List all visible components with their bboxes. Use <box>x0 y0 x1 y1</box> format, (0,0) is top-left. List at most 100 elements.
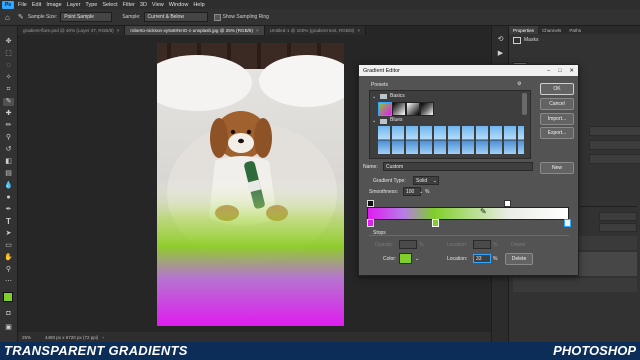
maximize-icon[interactable]: □ <box>558 68 561 74</box>
eyedropper-tool-icon[interactable]: ✎ <box>18 13 24 21</box>
menu-help[interactable]: Help <box>193 2 204 8</box>
home-icon[interactable]: ⌂ <box>5 13 10 22</box>
close-icon[interactable]: × <box>357 28 360 33</box>
preset-swatch[interactable] <box>406 102 420 116</box>
sample-select[interactable]: Current & Below <box>143 12 208 22</box>
close-icon[interactable]: × <box>256 28 259 33</box>
chevron-down-icon[interactable]: ⌄ <box>415 256 419 262</box>
eyedropper-tool-icon[interactable]: ✎ <box>3 98 14 106</box>
minimize-icon[interactable]: – <box>547 68 550 74</box>
opacity-percent: % <box>419 242 424 248</box>
dialog-titlebar[interactable]: Gradient Editor – □ ✕ <box>359 65 578 76</box>
presets-list[interactable]: ⌄ Basics ⌄ Blues <box>369 90 531 159</box>
invert-button[interactable] <box>589 154 640 164</box>
preset-group-basics[interactable]: Basics <box>390 93 405 99</box>
new-label: New <box>551 165 562 171</box>
brush-tool-icon[interactable]: ✏ <box>3 122 14 130</box>
status-arrow-icon[interactable]: › <box>102 335 104 340</box>
move-tool-icon[interactable]: ✥ <box>3 38 14 46</box>
menu-type[interactable]: Type <box>85 2 97 8</box>
document-canvas[interactable] <box>157 43 344 326</box>
import-button[interactable]: Import... <box>540 113 574 125</box>
location-field[interactable]: 33 <box>473 254 491 263</box>
new-button[interactable]: New <box>540 162 574 174</box>
pen-tool-icon[interactable]: ✒ <box>3 206 14 214</box>
actions-panel-icon[interactable]: ▶ <box>495 50 506 58</box>
blur-tool-icon[interactable]: 💧 <box>3 182 14 190</box>
preset-group-blues[interactable]: Blues <box>390 117 403 123</box>
menu-image[interactable]: Image <box>46 2 61 8</box>
screen-mode-icon[interactable]: ▣ <box>3 324 14 332</box>
path-selection-tool-icon[interactable]: ➤ <box>3 230 14 238</box>
delete-stop-button[interactable]: Delete <box>505 253 533 265</box>
menu-layer[interactable]: Layer <box>67 2 81 8</box>
hand-tool-icon[interactable]: ✋ <box>3 254 14 262</box>
more-tools-icon[interactable]: ⋯ <box>3 278 14 286</box>
show-sampling-ring-checkbox[interactable] <box>213 13 221 21</box>
name-field[interactable]: Custom <box>383 162 533 171</box>
chevron-down-icon[interactable]: ⌄ <box>372 94 376 100</box>
marquee-tool-icon[interactable]: ⬚ <box>3 50 14 58</box>
menu-window[interactable]: Window <box>169 2 189 8</box>
eraser-tool-icon[interactable]: ◧ <box>3 158 14 166</box>
menu-3d[interactable]: 3D <box>140 2 147 8</box>
select-and-mask-button[interactable] <box>589 126 640 136</box>
menu-edit[interactable]: Edit <box>32 2 41 8</box>
gradient-preview-bar[interactable] <box>367 207 569 220</box>
rectangle-tool-icon[interactable]: ▭ <box>3 242 14 250</box>
layer-row[interactable] <box>513 278 637 292</box>
healing-brush-tool-icon[interactable]: ✚ <box>3 110 14 118</box>
foreground-color-swatch[interactable] <box>3 292 13 302</box>
masks-label: Masks <box>524 37 539 43</box>
dodge-tool-icon[interactable]: ● <box>3 194 14 202</box>
opacity-stop-left[interactable] <box>367 200 374 207</box>
tab-gradient-flare[interactable]: gradient-flare.psd @ 40% (Layer 47, RGB/… <box>18 26 126 35</box>
tab-paths[interactable]: Paths <box>565 26 585 34</box>
sample-size-select[interactable]: Point Sample <box>60 12 113 22</box>
menu-view[interactable]: View <box>152 2 164 8</box>
gradient-type-select[interactable]: Solid ⌄ <box>413 176 439 185</box>
presets-gear-icon[interactable]: ⚙ <box>517 81 521 87</box>
color-stop-magenta[interactable] <box>367 219 374 227</box>
sample-size-label: Sample Size: <box>27 14 58 20</box>
close-icon[interactable]: × <box>117 28 120 33</box>
preset-swatch[interactable] <box>392 102 406 116</box>
chevron-down-icon[interactable]: ⌄ <box>372 118 376 124</box>
ok-button[interactable]: OK <box>540 83 574 95</box>
clone-stamp-tool-icon[interactable]: ⚲ <box>3 134 14 142</box>
chevron-down-icon[interactable]: ⌄ <box>419 189 423 195</box>
tools-panel: ✥ ⬚ ◌ ✧ ⌗ ✎ ✚ ✏ ⚲ ↺ ◧ ▤ 💧 ● ✒ T ➤ ▭ ✋ ⚲ … <box>0 26 18 342</box>
magic-wand-tool-icon[interactable]: ✧ <box>3 74 14 82</box>
color-range-button[interactable] <box>589 140 640 150</box>
preset-swatch[interactable] <box>420 102 434 116</box>
location-percent: % <box>493 256 498 262</box>
menu-select[interactable]: Select <box>102 2 117 8</box>
gradient-tool-icon[interactable]: ▤ <box>3 170 14 178</box>
opacity-stop-right[interactable] <box>504 200 511 207</box>
tab-properties[interactable]: Properties <box>509 26 538 34</box>
crop-tool-icon[interactable]: ⌗ <box>3 86 14 94</box>
zoom-level[interactable]: 25% <box>22 335 31 340</box>
close-icon[interactable]: ✕ <box>569 68 574 74</box>
menu-file[interactable]: File <box>18 2 27 8</box>
fill-field[interactable] <box>599 223 637 232</box>
zoom-tool-icon[interactable]: ⚲ <box>3 266 14 274</box>
tab-channels[interactable]: Channels <box>538 26 565 34</box>
type-tool-icon[interactable]: T <box>3 218 14 226</box>
history-panel-icon[interactable]: ⟲ <box>495 36 506 44</box>
stop-color-swatch[interactable] <box>399 253 412 264</box>
color-stop-white[interactable] <box>564 219 571 227</box>
presets-scrollbar[interactable] <box>522 93 527 115</box>
color-stop-green[interactable] <box>432 219 439 227</box>
history-brush-tool-icon[interactable]: ↺ <box>3 146 14 154</box>
quick-mask-icon[interactable]: ◘ <box>3 310 14 318</box>
export-button[interactable]: Export... <box>540 127 574 139</box>
blues-preset-swatches[interactable] <box>378 126 524 154</box>
opacity-field[interactable] <box>599 212 637 221</box>
tab-roberto-nickson[interactable]: roberto-nickson-xy5x8rNHG-c-unsplash.jpg… <box>125 26 265 35</box>
cancel-button[interactable]: Cancel <box>540 98 574 110</box>
tab-untitled-1[interactable]: Untitled-1 @ 100% (gradient text, RGB/8)… <box>264 26 366 35</box>
menu-filter[interactable]: Filter <box>123 2 135 8</box>
preset-swatch[interactable] <box>378 102 392 116</box>
lasso-tool-icon[interactable]: ◌ <box>3 62 14 70</box>
